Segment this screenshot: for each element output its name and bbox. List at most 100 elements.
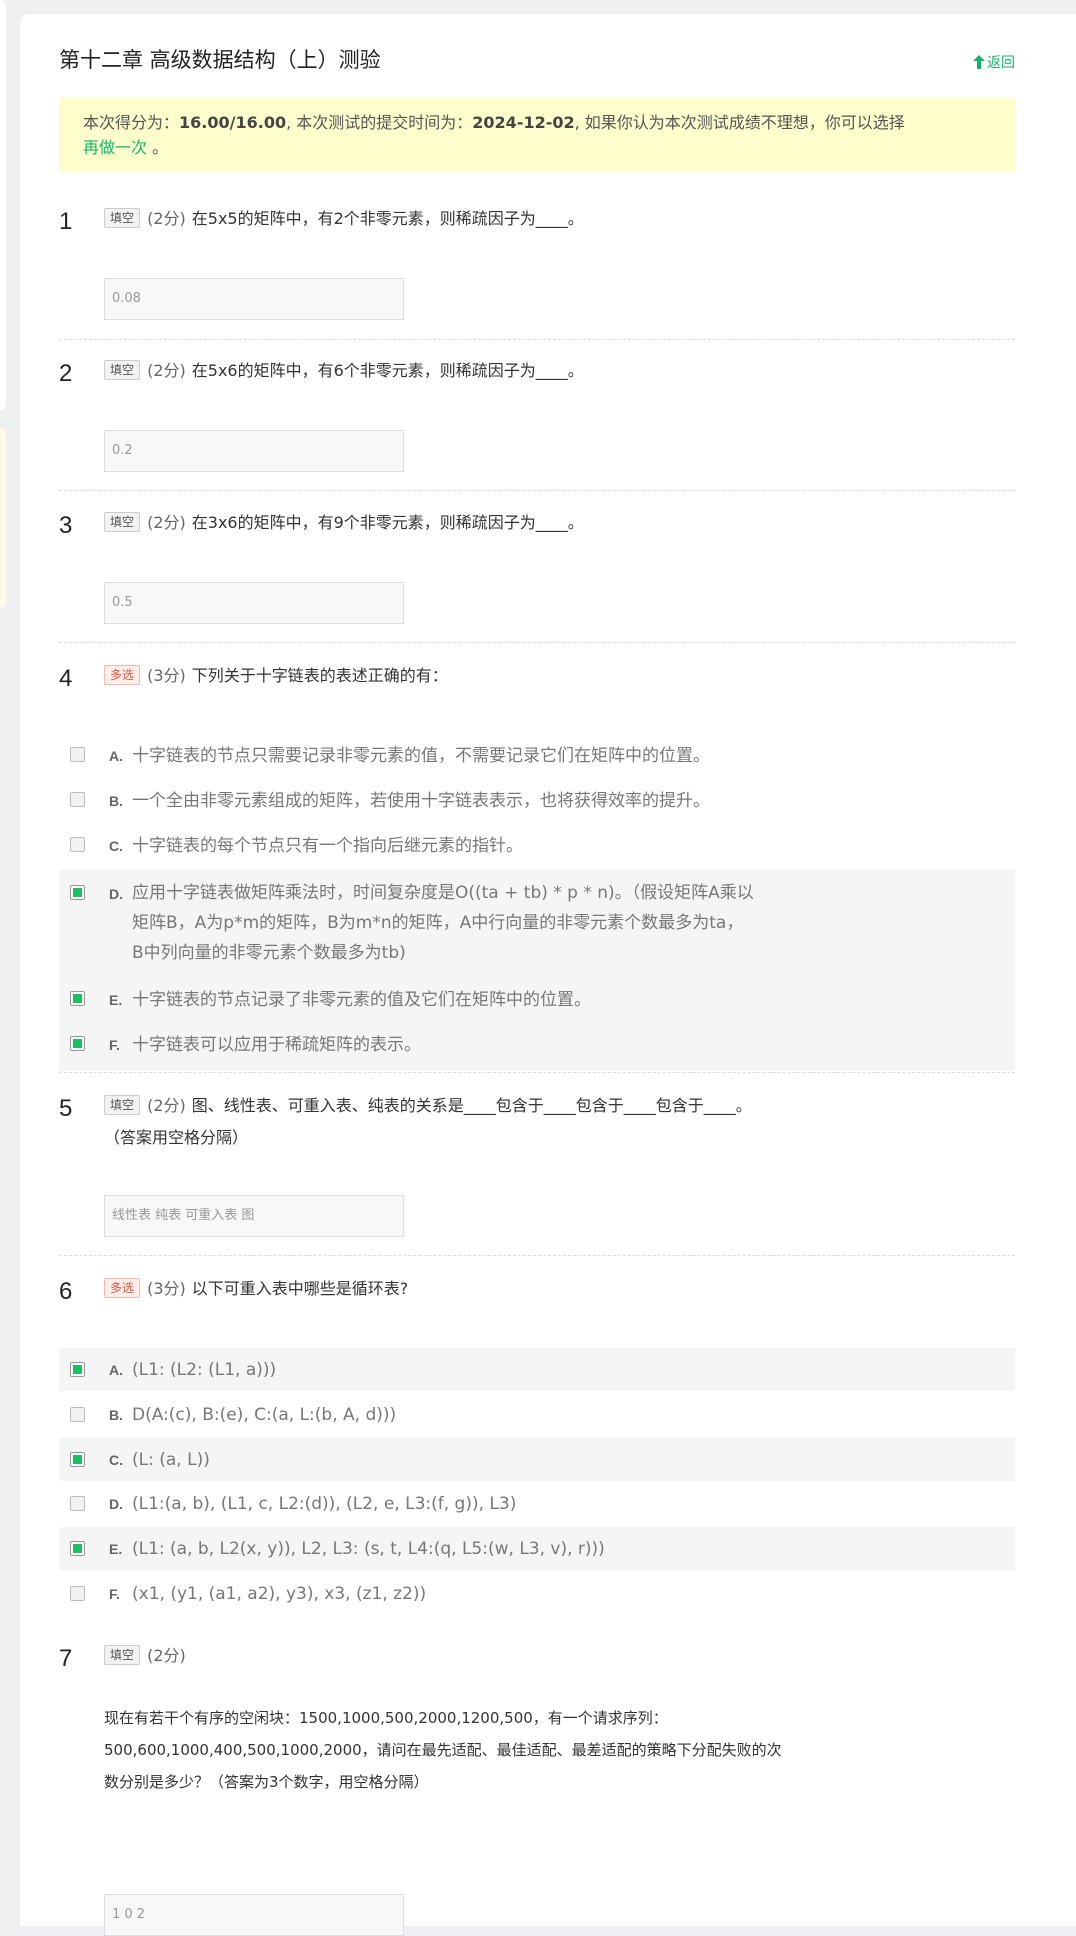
option-c[interactable]: C. (L: (a, L))	[59, 1438, 1015, 1481]
question-score: (2分)	[147, 361, 186, 380]
option-f[interactable]: F. 十字链表可以应用于稀疏矩阵的表示。	[59, 1019, 1015, 1071]
question-divider	[59, 1255, 1015, 1256]
option-text: 十字链表的节点只需要记录非零元素的值，不需要记录它们在矩阵中的位置。	[132, 746, 710, 766]
question-score: (2分)	[147, 1096, 186, 1115]
answer-field[interactable]: 0.08	[104, 278, 404, 320]
question-divider	[59, 490, 1015, 491]
question-header: 多选 (3分) 下列关于十字链表的表述正确的有：	[104, 660, 804, 692]
option-letter: F.	[109, 1037, 120, 1053]
option-b[interactable]: B. 一个全由非零元素组成的矩阵，若使用十字链表表示，也将获得效率的提升。	[59, 782, 1015, 820]
question-number: 7	[59, 1645, 73, 1672]
question-type-tag: 填空	[104, 1095, 141, 1115]
question-score: (2分)	[147, 513, 186, 532]
option-text: (L1: (a, b, L2(x, y)), L2, L3: (s, t, L4…	[132, 1539, 605, 1559]
option-text: 一个全由非零元素组成的矩阵，若使用十字链表表示，也将获得效率的提升。	[132, 791, 710, 811]
option-letter: D.	[109, 1496, 123, 1512]
answer-field[interactable]: 0.2	[104, 430, 404, 472]
option-text: 应用十字链表做矩阵乘法时，时间复杂度是O((ta + tb) * p * n)。…	[132, 883, 754, 963]
checkbox[interactable]	[70, 991, 85, 1006]
answer-field[interactable]: 1 0 2	[104, 1894, 404, 1936]
option-b[interactable]: B. D(A:(c), B:(e), C:(a, L:(b, A, d)))	[59, 1393, 1015, 1436]
option-text: (L: (a, L))	[132, 1450, 210, 1470]
question-text: 以下可重入表中哪些是循环表?	[191, 1279, 409, 1298]
option-c[interactable]: C. 十字链表的每个节点只有一个指向后继元素的指针。	[59, 827, 1015, 865]
option-f[interactable]: F. (x1, (y1, (a1, a2), y3), x3, (z1, z2)…	[59, 1572, 1015, 1615]
option-letter: E.	[109, 992, 123, 1008]
submit-date: 2024-12-02	[472, 113, 575, 132]
checkbox[interactable]	[70, 1452, 85, 1467]
question-score: (2分)	[147, 209, 186, 228]
question-text: 在5x6的矩阵中，有6个非零元素，则稀疏因子为____。	[191, 361, 584, 380]
score-notice: 本次得分为：16.00/16.00, 本次测试的提交时间为：2024-12-02…	[59, 98, 1015, 172]
option-letter: D.	[109, 886, 123, 902]
option-text: D(A:(c), B:(e), C:(a, L:(b, A, d)))	[132, 1405, 397, 1425]
option-text: (x1, (y1, (a1, a2), y3), x3, (z1, z2))	[132, 1584, 427, 1604]
question-number: 1	[59, 208, 73, 235]
question-score: (3分)	[147, 1279, 186, 1298]
left-panel-edge	[0, 0, 6, 410]
question-type-tag: 填空	[104, 208, 141, 228]
option-text: (L1:(a, b), (L1, c, L2:(d)), (L2, e, L3:…	[132, 1494, 517, 1514]
question-header: 多选 (3分) 以下可重入表中哪些是循环表?	[104, 1273, 804, 1305]
question-header: 填空 (2分) 在5x6的矩阵中，有6个非零元素，则稀疏因子为____。	[104, 355, 804, 387]
question-score: (2分)	[147, 1646, 186, 1665]
option-letter: A.	[109, 1362, 123, 1378]
option-letter: C.	[109, 838, 123, 854]
page-title: 第十二章 高级数据结构（上）测验	[59, 48, 381, 72]
question-number: 4	[59, 665, 73, 692]
question-divider	[59, 339, 1015, 340]
question-header: 填空 (2分) 在3x6的矩阵中，有9个非零元素，则稀疏因子为____。	[104, 507, 804, 539]
question-stem: 现在有若干个有序的空闲块：1500,1000,500,2000,1200,500…	[104, 1709, 782, 1791]
checkbox[interactable]	[70, 1407, 85, 1422]
option-letter: B.	[109, 1407, 123, 1423]
option-a[interactable]: A. (L1: (L2: (L1, a)))	[59, 1348, 1015, 1391]
checkbox[interactable]	[70, 1362, 85, 1377]
checkbox[interactable]	[70, 1586, 85, 1601]
checkbox[interactable]	[70, 837, 85, 852]
option-letter: C.	[109, 1452, 123, 1468]
question-number: 2	[59, 360, 73, 387]
option-letter: A.	[109, 748, 123, 764]
checkbox[interactable]	[70, 792, 85, 807]
checkbox[interactable]	[70, 1541, 85, 1556]
arrow-up-icon	[973, 55, 985, 69]
question-divider	[59, 1072, 1015, 1073]
question-text: 在5x5的矩阵中，有2个非零元素，则稀疏因子为____。	[191, 209, 584, 228]
question-divider	[59, 642, 1015, 643]
back-label: 返回	[987, 55, 1015, 71]
question-header: 填空 (2分)	[104, 1640, 804, 1672]
checkbox[interactable]	[70, 1496, 85, 1511]
redo-link[interactable]: 再做一次	[83, 138, 147, 157]
question-header: 填空 (2分) 图、线性表、可重入表、纯表的关系是____包含于____包含于__…	[104, 1090, 764, 1154]
question-number: 5	[59, 1095, 73, 1122]
answer-field[interactable]: 0.5	[104, 582, 404, 624]
option-text: 十字链表的节点记录了非零元素的值及它们在矩阵中的位置。	[132, 990, 591, 1010]
question-text: 下列关于十字链表的表述正确的有：	[191, 666, 448, 685]
score-value: 16.00/16.00	[179, 113, 287, 132]
checkbox[interactable]	[70, 1036, 85, 1051]
question-text: 在3x6的矩阵中，有9个非零元素，则稀疏因子为____。	[191, 513, 584, 532]
question-number: 3	[59, 512, 73, 539]
question-header: 填空 (2分) 在5x5的矩阵中，有2个非零元素，则稀疏因子为____。	[104, 203, 804, 235]
left-panel-edge-highlight	[0, 428, 6, 608]
question-type-tag: 填空	[104, 512, 141, 532]
option-e[interactable]: E. 十字链表的节点记录了非零元素的值及它们在矩阵中的位置。	[59, 979, 1015, 1019]
option-letter: B.	[109, 793, 123, 809]
option-text: 十字链表可以应用于稀疏矩阵的表示。	[132, 1035, 421, 1055]
question-type-tag: 多选	[104, 665, 141, 685]
checkbox[interactable]	[70, 885, 85, 900]
question-type-tag: 填空	[104, 360, 141, 380]
answer-field[interactable]: 线性表 纯表 可重入表 图	[104, 1195, 404, 1237]
back-link[interactable]: 返回	[973, 52, 1015, 72]
question-text: 图、线性表、可重入表、纯表的关系是____包含于____包含于____包含于__…	[104, 1096, 752, 1147]
option-a[interactable]: A. 十字链表的节点只需要记录非零元素的值，不需要记录它们在矩阵中的位置。	[59, 737, 1015, 775]
option-text: (L1: (L2: (L1, a)))	[132, 1360, 277, 1380]
option-letter: E.	[109, 1541, 123, 1557]
option-e[interactable]: E. (L1: (a, b, L2(x, y)), L2, L3: (s, t,…	[59, 1527, 1015, 1570]
option-d[interactable]: D. (L1:(a, b), (L1, c, L2:(d)), (L2, e, …	[59, 1482, 1015, 1525]
question-score: (3分)	[147, 666, 186, 685]
question-type-tag: 多选	[104, 1278, 141, 1298]
question-number: 6	[59, 1278, 73, 1305]
checkbox[interactable]	[70, 747, 85, 762]
option-letter: F.	[109, 1586, 120, 1602]
